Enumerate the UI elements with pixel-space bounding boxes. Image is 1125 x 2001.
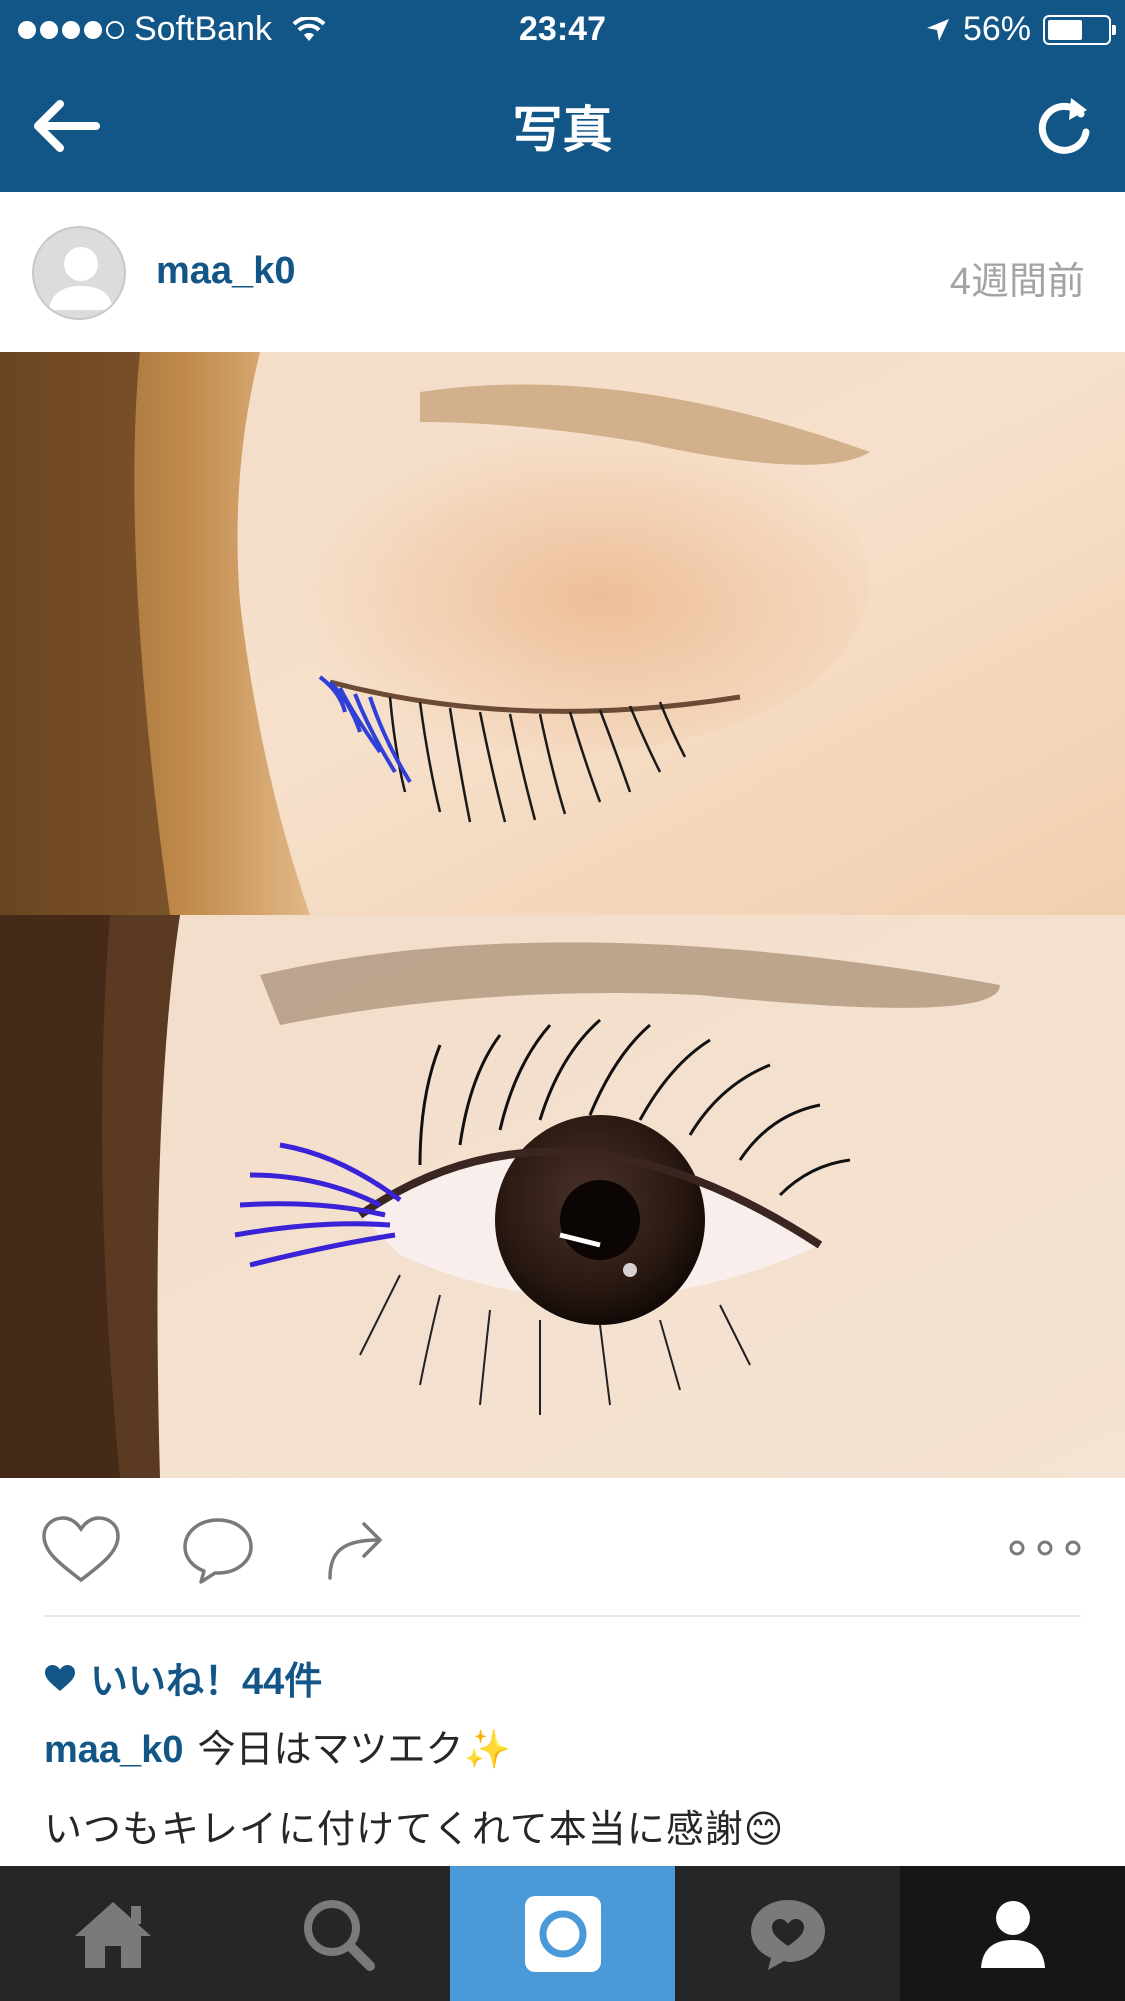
default-avatar-icon bbox=[49, 247, 113, 310]
battery-icon bbox=[1043, 14, 1116, 45]
like-button[interactable] bbox=[40, 1514, 122, 1586]
heart-outline-icon bbox=[42, 1516, 120, 1583]
actions-divider bbox=[44, 1615, 1081, 1617]
profile-icon bbox=[980, 1900, 1045, 1968]
post-actions bbox=[0, 1478, 1125, 1614]
comment-bubble-icon bbox=[183, 1518, 253, 1584]
refresh-icon bbox=[1038, 98, 1090, 154]
tab-profile[interactable] bbox=[900, 1866, 1125, 2001]
likes-text: いいね！44件 bbox=[90, 1661, 323, 1703]
post-photo-bottom[interactable] bbox=[0, 915, 1125, 1478]
navigation-bar: 写真 bbox=[0, 60, 1125, 192]
refresh-button[interactable] bbox=[1033, 92, 1095, 158]
comment-button[interactable] bbox=[180, 1514, 256, 1586]
post-username[interactable]: maa_k0 bbox=[156, 250, 295, 293]
home-icon bbox=[74, 1901, 151, 1968]
activity-heart-bubble-icon bbox=[750, 1899, 825, 1970]
more-options-button[interactable] bbox=[1009, 1538, 1081, 1558]
tab-activity[interactable] bbox=[675, 1866, 900, 2001]
share-arrow-icon bbox=[328, 1522, 382, 1580]
tab-camera[interactable] bbox=[450, 1866, 675, 2001]
more-dots-icon bbox=[1009, 1540, 1081, 1556]
likes-count[interactable]: いいね！44件 bbox=[44, 1650, 322, 1705]
caption-text-1: 今日はマツエク✨ bbox=[197, 1729, 511, 1771]
open-eye-photo bbox=[0, 915, 1125, 1478]
caption-username[interactable]: maa_k0 bbox=[44, 1729, 183, 1771]
post-time: 4週間前 bbox=[949, 261, 1085, 303]
status-right: 56% bbox=[925, 10, 1116, 49]
tab-bar bbox=[0, 1866, 1125, 2001]
post-photo-top[interactable] bbox=[0, 352, 1125, 915]
search-icon bbox=[303, 1899, 375, 1971]
avatar[interactable] bbox=[32, 226, 126, 320]
post-header: maa_k0 4週間前 bbox=[0, 192, 1125, 352]
heart-filled-icon bbox=[45, 1664, 75, 1691]
battery-percent: 56% bbox=[962, 10, 1031, 48]
tab-home[interactable] bbox=[0, 1866, 225, 2001]
page-title: 写真 bbox=[512, 102, 613, 158]
status-bar: SoftBank 23:47 56% bbox=[0, 0, 1125, 60]
location-arrow-icon bbox=[926, 18, 949, 41]
share-button[interactable] bbox=[324, 1512, 388, 1582]
caption-line-1: maa_k0 今日はマツエク✨ bbox=[44, 1718, 511, 1773]
tab-search[interactable] bbox=[225, 1866, 450, 2001]
caption-line-2: いつもキレイに付けてくれて本当に感謝😊 bbox=[44, 1809, 785, 1851]
camera-icon bbox=[524, 1895, 601, 1972]
closed-eye-photo bbox=[0, 352, 1125, 915]
